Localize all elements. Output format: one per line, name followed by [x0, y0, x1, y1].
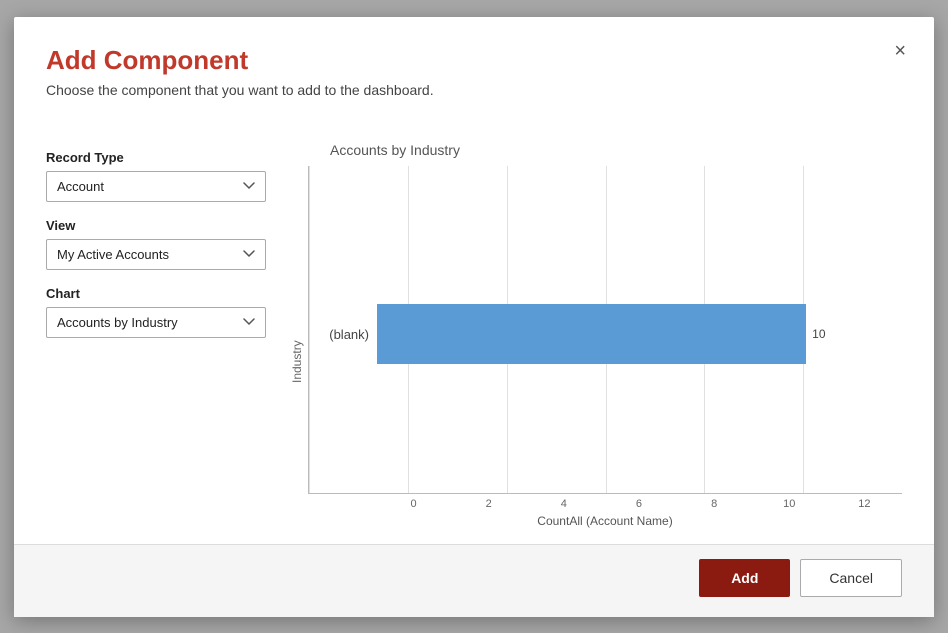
modal-subtitle: Choose the component that you want to ad…	[46, 82, 902, 98]
bar-row: (blank) 10	[309, 304, 892, 364]
add-component-modal: Add Component Choose the component that …	[14, 17, 934, 617]
x-tick-4: 4	[526, 498, 601, 510]
x-tick-0: 0	[376, 498, 451, 510]
bar-value-blank: 10	[812, 327, 825, 341]
modal-footer: Add Cancel	[14, 544, 934, 617]
bar-blank	[377, 304, 806, 364]
x-tick-10: 10	[752, 498, 827, 510]
view-select[interactable]: My Active Accounts All Accounts Recently…	[46, 239, 266, 270]
chart-area: Industry	[290, 166, 902, 528]
bar-label-blank: (blank)	[309, 327, 369, 342]
chart-label: Chart	[46, 286, 266, 301]
view-label: View	[46, 218, 266, 233]
cancel-button[interactable]: Cancel	[800, 559, 902, 597]
x-tick-6: 6	[601, 498, 676, 510]
chart-plot: (blank) 10	[308, 166, 902, 494]
modal-title: Add Component	[46, 45, 902, 76]
chart-select[interactable]: Accounts by Industry Accounts by Type Ac…	[46, 307, 266, 338]
x-tick-2: 2	[451, 498, 526, 510]
chart-title: Accounts by Industry	[330, 142, 902, 158]
record-type-field-group: Record Type Account Contact Opportunity …	[46, 150, 266, 202]
modal-header: Add Component Choose the component that …	[14, 17, 934, 114]
x-tick-12: 12	[827, 498, 902, 510]
x-tick-8: 8	[677, 498, 752, 510]
chart-field-group: Chart Accounts by Industry Accounts by T…	[46, 286, 266, 338]
left-panel: Record Type Account Contact Opportunity …	[46, 134, 266, 528]
x-axis-ticks: 0 2 4 6 8 10 12	[308, 494, 902, 510]
y-axis-label: Industry	[290, 166, 304, 528]
bar-container: 10	[377, 304, 892, 364]
modal-overlay: Add Component Choose the component that …	[0, 0, 948, 633]
add-button[interactable]: Add	[699, 559, 790, 597]
chart-inner: (blank) 10 0 2 4 6	[308, 166, 902, 528]
close-button[interactable]: ×	[894, 41, 906, 61]
x-axis-label: CountAll (Account Name)	[308, 514, 902, 528]
record-type-label: Record Type	[46, 150, 266, 165]
chart-panel: Accounts by Industry Industry	[290, 134, 902, 528]
modal-body: Record Type Account Contact Opportunity …	[14, 114, 934, 544]
record-type-select[interactable]: Account Contact Opportunity Lead	[46, 171, 266, 202]
view-field-group: View My Active Accounts All Accounts Rec…	[46, 218, 266, 270]
